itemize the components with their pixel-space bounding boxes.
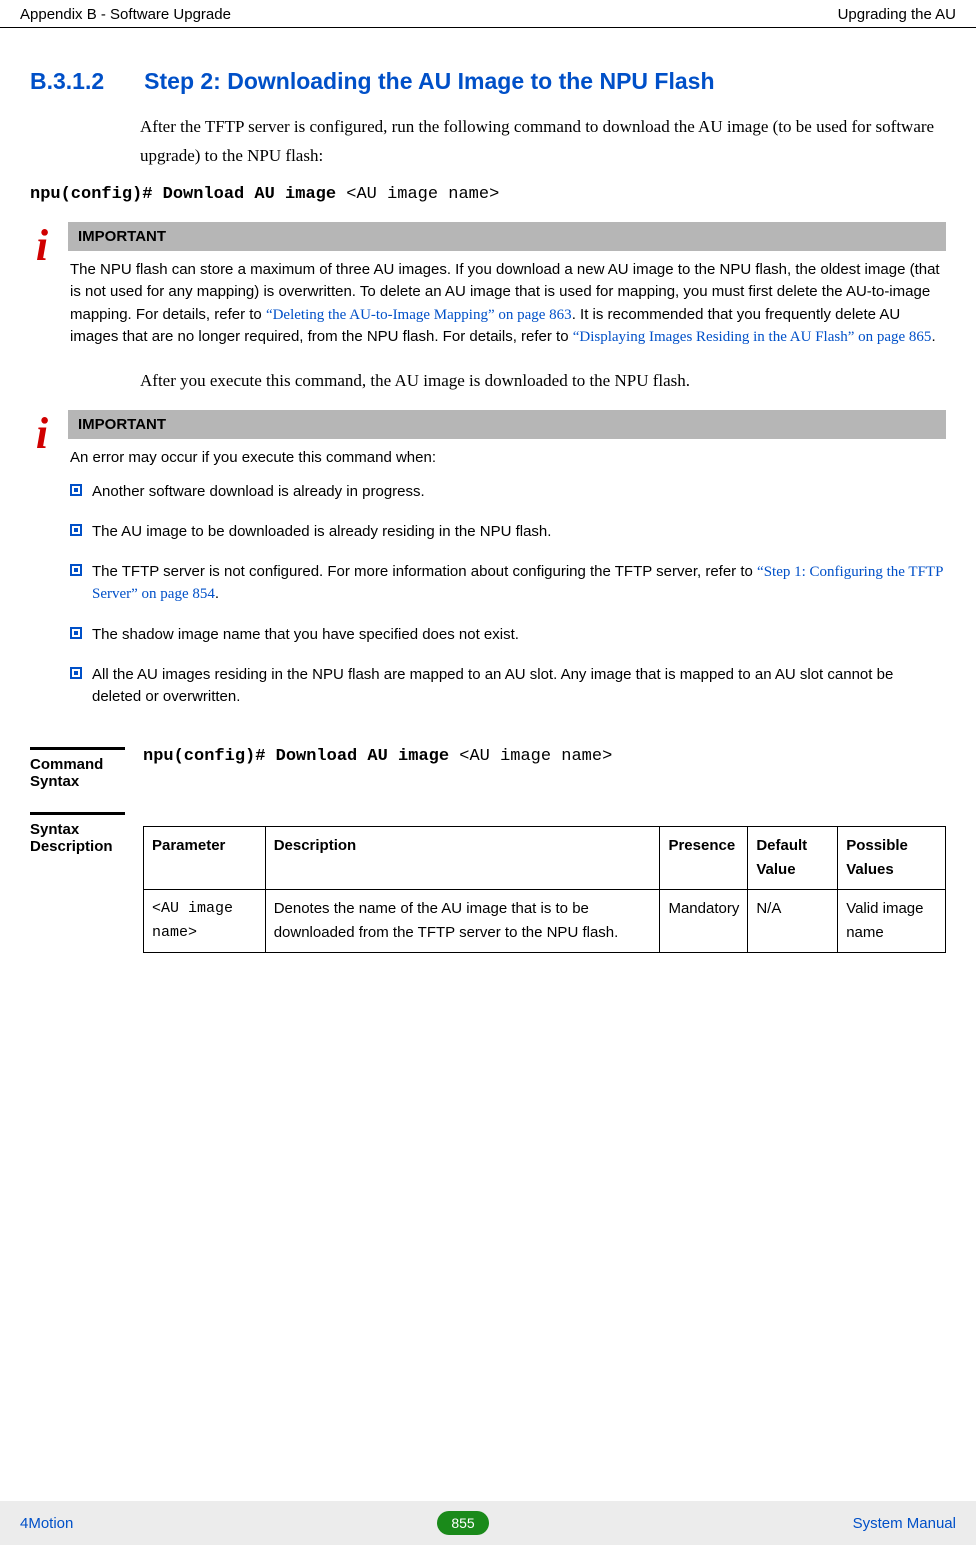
command-arg: <AU image name> xyxy=(346,185,499,204)
after-paragraph: After you execute this command, the AU i… xyxy=(140,367,946,396)
note2-lead: An error may occur if you execute this c… xyxy=(70,447,944,470)
syntax-table: Parameter Description Presence Default V… xyxy=(143,826,946,953)
command-syntax-label: Command Syntax xyxy=(30,747,125,790)
list-item: Another software download is already in … xyxy=(70,481,944,503)
section-heading: B.3.1.2 Step 2: Downloading the AU Image… xyxy=(30,68,946,95)
info-icon: i xyxy=(30,414,54,454)
section-title: Step 2: Downloading the AU Image to the … xyxy=(144,68,714,95)
important-note-1: i IMPORTANT The NPU flash can store a ma… xyxy=(30,222,946,349)
note1-post: . xyxy=(931,328,935,345)
cell-possible: Valid image name xyxy=(838,890,946,953)
link-display-images[interactable]: “Displaying Images Residing in the AU Fl… xyxy=(573,329,932,345)
page-number-badge: 855 xyxy=(437,1511,488,1535)
page-footer: 4Motion 855 System Manual xyxy=(0,1501,976,1545)
error-list: Another software download is already in … xyxy=(70,481,944,707)
section-number: B.3.1.2 xyxy=(30,68,104,95)
command-syntax-body: npu(config)# Download AU image <AU image… xyxy=(143,747,946,766)
bullet-text: The AU image to be downloaded is already… xyxy=(92,521,551,543)
header-left: Appendix B - Software Upgrade xyxy=(20,6,231,23)
note-label: IMPORTANT xyxy=(68,410,946,439)
note-body: An error may occur if you execute this c… xyxy=(68,447,946,708)
command-line: npu(config)# Download AU image <AU image… xyxy=(30,185,946,204)
command-arg: <AU image name> xyxy=(459,747,612,766)
table-row: <AU image name> Denotes the name of the … xyxy=(144,890,946,953)
cell-parameter: <AU image name> xyxy=(144,890,266,953)
cell-description: Denotes the name of the AU image that is… xyxy=(265,890,660,953)
bullet-text: Another software download is already in … xyxy=(92,481,425,503)
bullet-icon xyxy=(70,667,82,679)
page-header: Appendix B - Software Upgrade Upgrading … xyxy=(0,0,976,28)
command-syntax-row: Command Syntax npu(config)# Download AU … xyxy=(30,747,946,790)
command-bold: npu(config)# Download AU image xyxy=(30,185,346,204)
note-content: IMPORTANT The NPU flash can store a maxi… xyxy=(68,222,946,349)
syntax-description-label: Syntax Description xyxy=(30,812,125,855)
cell-presence: Mandatory xyxy=(660,890,748,953)
bullet-icon xyxy=(70,564,82,576)
info-icon: i xyxy=(30,226,54,266)
note-label: IMPORTANT xyxy=(68,222,946,251)
col-default: Default Value xyxy=(748,827,838,890)
footer-left: 4Motion xyxy=(20,1515,73,1532)
note-content: IMPORTANT An error may occur if you exec… xyxy=(68,410,946,726)
list-item: The AU image to be downloaded is already… xyxy=(70,521,944,543)
bullet-icon xyxy=(70,524,82,536)
col-presence: Presence xyxy=(660,827,748,890)
col-description: Description xyxy=(265,827,660,890)
bullet-icon xyxy=(70,484,82,496)
col-parameter: Parameter xyxy=(144,827,266,890)
header-right: Upgrading the AU xyxy=(838,6,956,23)
link-delete-mapping[interactable]: “Deleting the AU-to-Image Mapping” on pa… xyxy=(266,307,572,323)
syntax-description-body: Parameter Description Presence Default V… xyxy=(143,812,946,953)
bullet-text: All the AU images residing in the NPU fl… xyxy=(92,664,944,708)
footer-right: System Manual xyxy=(853,1515,956,1532)
note-body: The NPU flash can store a maximum of thr… xyxy=(68,259,946,349)
bullet-icon xyxy=(70,627,82,639)
table-header-row: Parameter Description Presence Default V… xyxy=(144,827,946,890)
page-content: B.3.1.2 Step 2: Downloading the AU Image… xyxy=(0,28,976,953)
important-note-2: i IMPORTANT An error may occur if you ex… xyxy=(30,410,946,726)
command-bold: npu(config)# Download AU image xyxy=(143,747,459,766)
syntax-description-row: Syntax Description Parameter Description… xyxy=(30,812,946,953)
cell-default: N/A xyxy=(748,890,838,953)
col-possible: Possible Values xyxy=(838,827,946,890)
bullet-text: The shadow image name that you have spec… xyxy=(92,624,519,646)
list-item: All the AU images residing in the NPU fl… xyxy=(70,664,944,708)
list-item: The TFTP server is not configured. For m… xyxy=(70,561,944,607)
intro-paragraph: After the TFTP server is configured, run… xyxy=(140,113,946,171)
bullet-text: The TFTP server is not configured. For m… xyxy=(92,561,944,607)
list-item: The shadow image name that you have spec… xyxy=(70,624,944,646)
